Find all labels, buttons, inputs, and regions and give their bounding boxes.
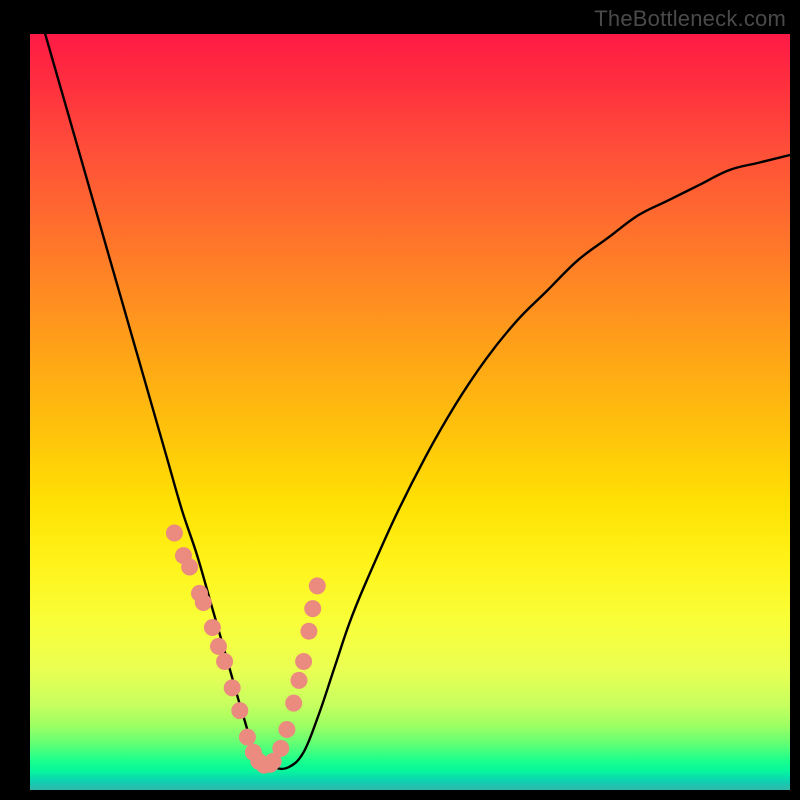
chart-stage: TheBottleneck.com [0,0,800,800]
watermark-text: TheBottleneck.com [594,6,786,32]
gradient-background [30,34,790,790]
